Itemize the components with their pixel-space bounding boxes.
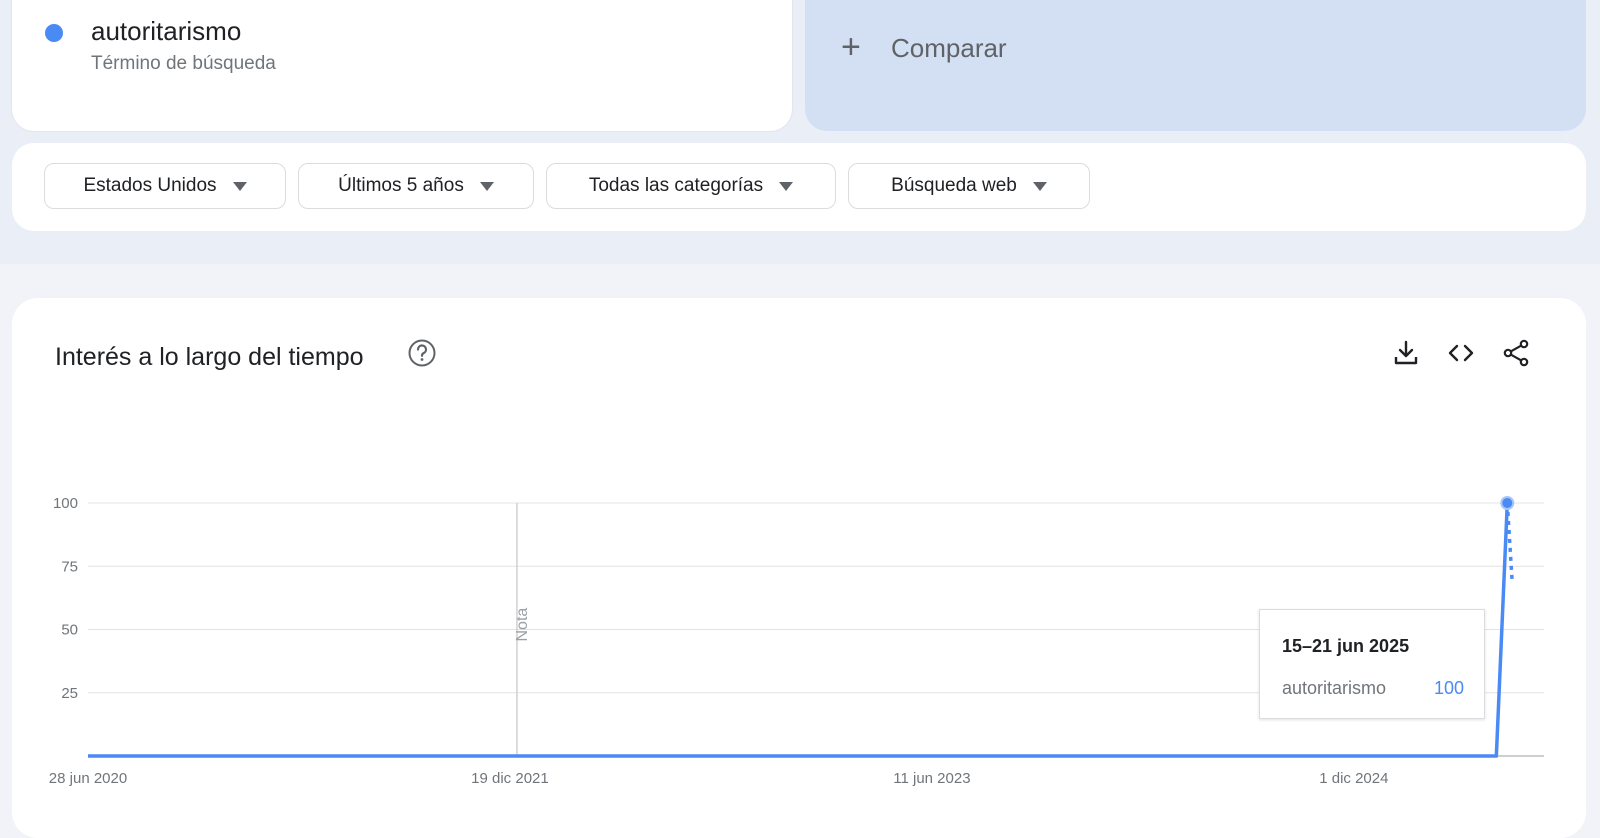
y-tick-label: 75 [61,558,78,575]
x-tick-label: 19 dic 2021 [471,770,549,787]
series-point-highlight[interactable] [1500,496,1515,510]
x-tick-label: 28 jun 2020 [49,770,127,787]
y-tick-label: 25 [61,685,78,702]
tooltip-date: 15–21 jun 2025 [1282,636,1410,656]
tooltip-value: 100 [1433,678,1464,698]
y-tick-label: 50 [61,622,78,639]
tooltip-term: autoritarismo [1282,678,1387,698]
annotation-label[interactable]: Nota [514,608,531,642]
x-tick-label: 1 dic 2024 [1319,770,1388,787]
series-partial-line-autoritarismo [1505,502,1514,580]
chart-tooltip: 15–21 jun 2025 autoritarismo 100 [1259,609,1485,719]
y-tick-label: 100 [53,495,78,512]
x-tick-label: 11 jun 2023 [893,770,970,787]
